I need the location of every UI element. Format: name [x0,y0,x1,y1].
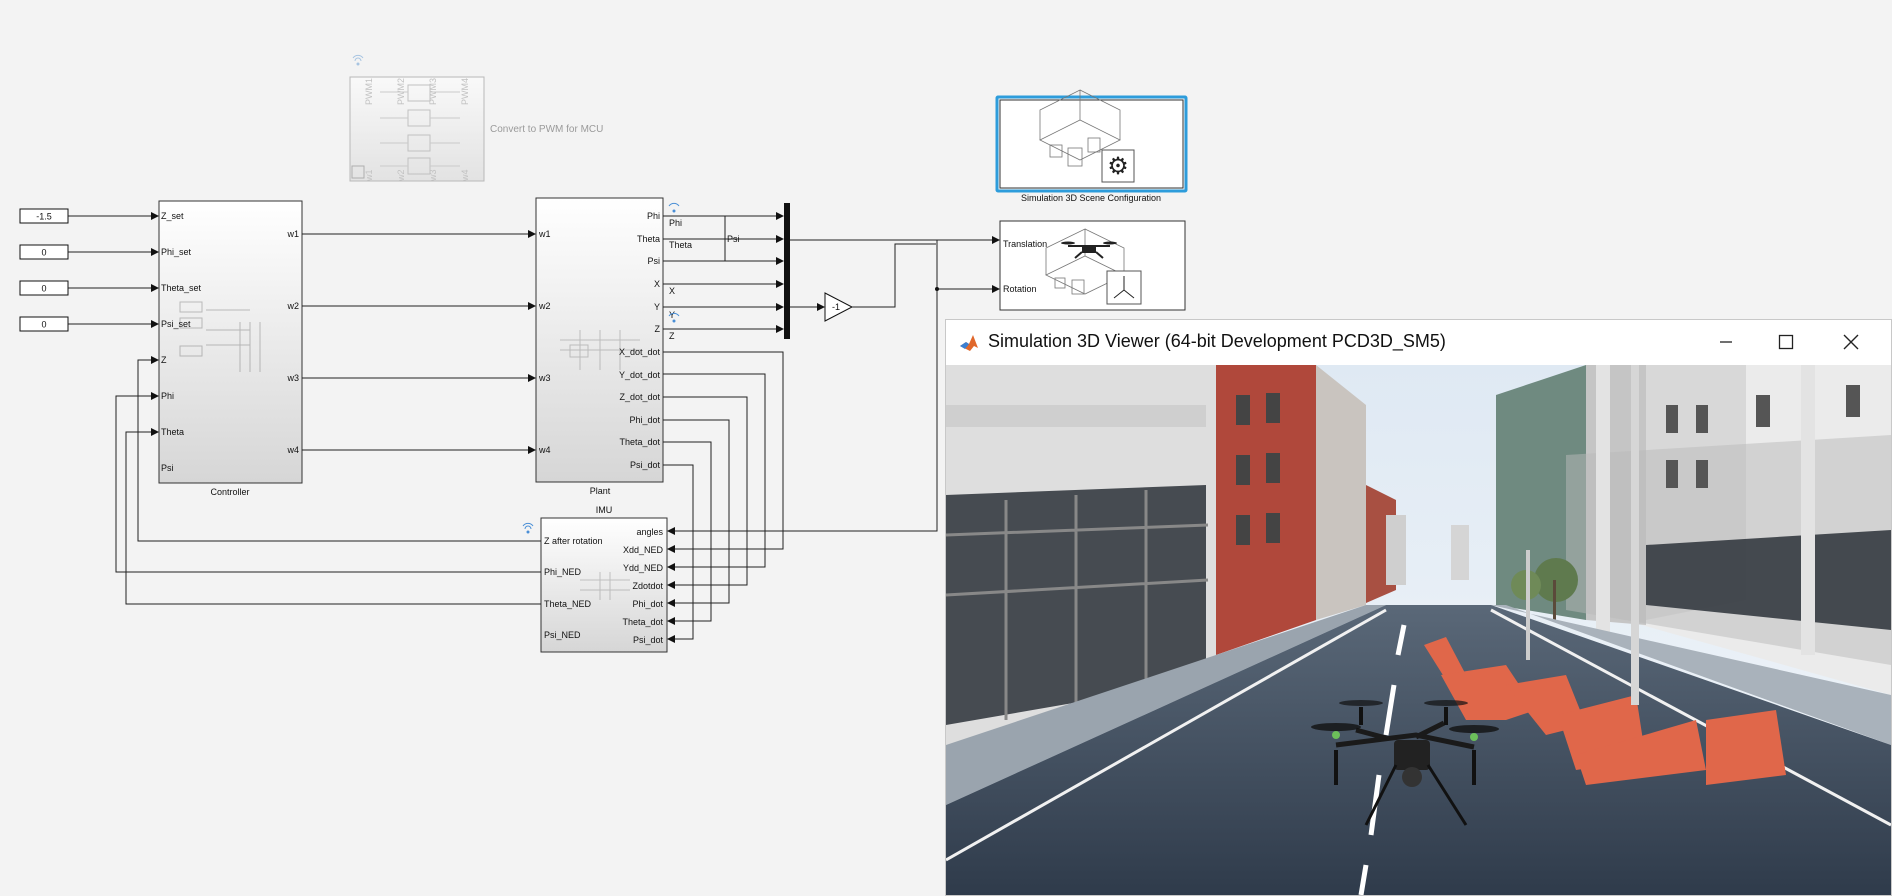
close-button[interactable] [1816,320,1886,364]
constant-block-zset[interactable]: -1.5 [19,208,69,224]
matlab-icon [960,335,978,351]
uav-vehicle-block[interactable]: Translation Rotation [999,220,1186,311]
constant-value: -1.5 [36,212,52,222]
pwm-convert-block[interactable]: PWM1 PWM2 PWM3 PWM4 w1 w2 w3 w4 [349,54,485,182]
controller-output-label: w2 [286,301,299,311]
imu-input-label: Phi_dot [632,599,663,609]
imu-output-label: Theta_NED [544,599,592,609]
plant-output-label: Phi_dot [629,415,660,425]
uav-input-label: Translation [1003,239,1047,249]
imu-output-label: Psi_NED [544,630,581,640]
imu-input-label: Xdd_NED [623,545,664,555]
pwm-port-bottom-4: w4 [460,169,470,182]
wifi-icon [522,522,534,534]
scene-config-caption: Simulation 3D Scene Configuration [1021,193,1161,203]
maximize-button[interactable] [1751,320,1821,364]
close-icon [1843,334,1859,350]
mux-block[interactable] [784,203,790,339]
plant-input-label: w4 [538,445,551,455]
pwm-port-bottom-2: w2 [396,169,406,182]
constant-value: 0 [41,284,46,294]
viewer-title: Simulation 3D Viewer (64-bit Development… [988,331,1446,351]
signal-label: Psi [727,234,740,244]
controller-output-label: w3 [286,373,299,383]
plant-output-label: Psi_dot [630,460,661,470]
controller-input-label: Theta_set [161,283,202,293]
scene-config-block[interactable]: ⚙ [995,89,1188,193]
imu-input-label: Zdotdot [632,581,663,591]
plant-output-label: Y [654,302,660,312]
pwm-block-caption: Convert to PWM for MCU [490,124,603,135]
uav-input-label: Rotation [1003,284,1037,294]
plant-caption: Plant [590,486,611,496]
imu-block[interactable]: angles Xdd_NED Ydd_NED Zdotdot Phi_dot T… [522,517,668,653]
constant-value: 0 [41,248,46,258]
controller-input-label: Phi_set [161,247,192,257]
controller-input-label: Psi [161,463,174,473]
plant-output-label: Z [655,324,661,334]
plant-input-label: w3 [538,373,551,383]
plant-output-label: X [654,279,660,289]
plant-output-label: Psi [647,256,660,266]
plant-output-label: Z_dot_dot [619,392,660,402]
minimize-icon [1720,341,1732,343]
controller-input-label: Psi_set [161,319,191,329]
imu-caption: IMU [596,505,613,515]
gain-block[interactable]: -1 [824,292,854,322]
controller-input-label: Theta [161,427,184,437]
viewer-titlebar[interactable]: Simulation 3D Viewer (64-bit Development… [946,320,1891,365]
signal-label: X [669,286,675,296]
signal-label: Z [669,331,675,341]
imu-input-label: Psi_dot [633,635,664,645]
controller-input-label: Z_set [161,211,184,221]
imu-output-label: Phi_NED [544,567,582,577]
imu-output-label: Z after rotation [544,536,603,546]
pwm-port-top-1: PWM1 [364,78,374,105]
plant-output-label: Phi [647,211,660,221]
signal-label: Theta [669,240,692,250]
sim3d-scene-view[interactable] [946,365,1891,895]
signal-label: Phi [669,218,682,228]
plant-output-label: Theta_dot [619,437,660,447]
controller-block[interactable]: Z_set Phi_set Theta_set Psi_set Z Phi Th… [158,200,303,484]
street-scene [946,365,1891,895]
controller-input-label: Z [161,355,167,365]
plant-input-label: w1 [538,229,551,239]
imu-input-label: Ydd_NED [623,563,664,573]
plant-output-label: X_dot_dot [619,347,661,357]
controller-input-label: Phi [161,391,174,401]
wifi-icon [352,54,364,66]
constant-block-thetaset[interactable]: 0 [19,280,69,296]
pwm-port-top-4: PWM4 [460,78,470,105]
plant-block[interactable]: w1 w2 w3 w4 Phi Theta Psi X Y Z X_dot_do… [535,197,664,483]
gear-icon: ⚙ [1107,153,1129,180]
plant-output-label: Theta [637,234,660,244]
constant-value: 0 [41,320,46,330]
maximize-icon [1778,334,1794,350]
imu-input-label: Theta_dot [622,617,663,627]
pwm-port-bottom-1: w1 [364,169,374,182]
imu-input-label: angles [636,527,663,537]
sim3d-viewer-window[interactable]: Simulation 3D Viewer (64-bit Development… [945,319,1892,896]
gain-value: -1 [832,302,840,312]
controller-output-label: w1 [286,229,299,239]
constant-block-phiset[interactable]: 0 [19,244,69,260]
controller-output-label: w4 [286,445,299,455]
constant-block-psiset[interactable]: 0 [19,316,69,332]
plant-input-label: w2 [538,301,551,311]
plant-output-label: Y_dot_dot [619,370,661,380]
controller-caption: Controller [210,487,249,497]
